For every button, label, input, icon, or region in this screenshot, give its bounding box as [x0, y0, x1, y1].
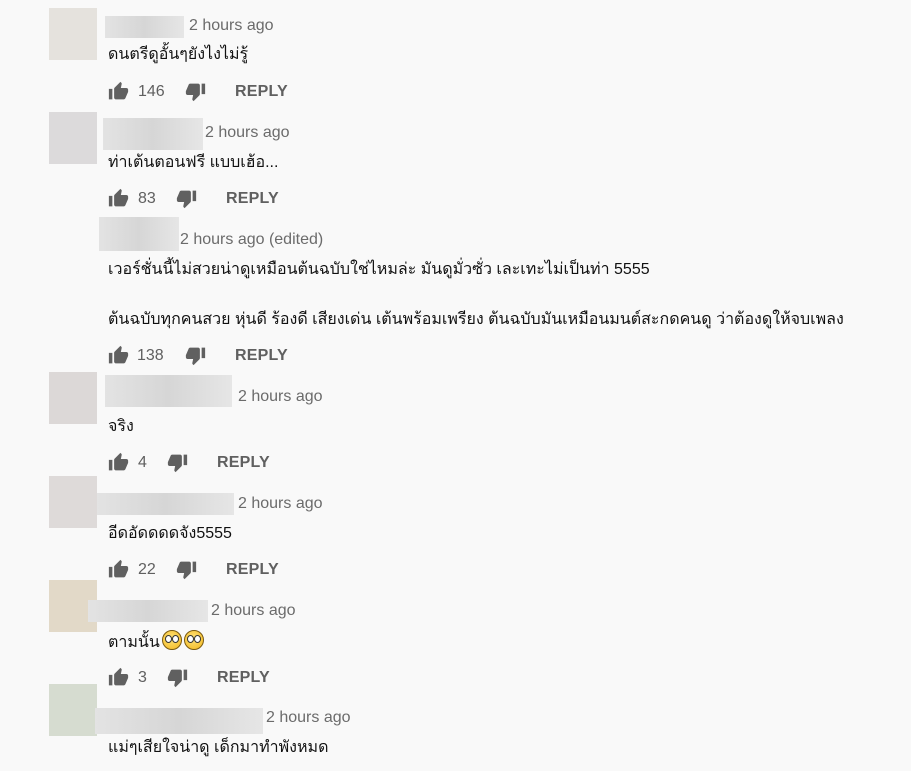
- comment-text-line-2: ต้นฉบับทุกคนสวย หุ่นดี ร้องดี เสียงเด่น …: [108, 311, 844, 328]
- avatar[interactable]: [49, 112, 97, 164]
- thumbs-up-icon[interactable]: [108, 344, 130, 368]
- like-count: 146: [138, 83, 165, 100]
- comment-timestamp[interactable]: 2 hours ago: [238, 386, 323, 408]
- reply-button[interactable]: REPLY: [226, 187, 279, 211]
- avatar[interactable]: [49, 684, 97, 736]
- reply-button[interactable]: REPLY: [226, 558, 279, 582]
- comment-timestamp[interactable]: 2 hours ago: [189, 15, 274, 37]
- comment-text: ตามนั้น: [108, 630, 204, 654]
- reply-button[interactable]: REPLY: [217, 451, 270, 475]
- thumbs-down-icon[interactable]: [176, 187, 198, 211]
- thumbs-up-icon[interactable]: [108, 80, 130, 104]
- comment-text: จริง: [108, 418, 134, 435]
- thumbs-up-icon[interactable]: [108, 451, 130, 475]
- comment-text: ท่าเต้นตอนฟรี แบบเฮ้อ...: [108, 154, 279, 171]
- comment-text: อีดอัดดดดจัง5555: [108, 525, 232, 542]
- comment-timestamp[interactable]: 2 hours ago: [211, 600, 296, 622]
- comment-timestamp[interactable]: 2 hours ago: [238, 493, 323, 515]
- thumbs-up-icon[interactable]: [108, 558, 130, 582]
- comment-timestamp[interactable]: 2 hours ago: [266, 707, 351, 729]
- like-count: 22: [138, 561, 156, 578]
- face-with-rolling-eyes-icon: [161, 630, 182, 650]
- avatar[interactable]: [49, 476, 97, 528]
- author-name-blurred[interactable]: [105, 16, 184, 38]
- like-count: 83: [138, 190, 156, 207]
- reply-button[interactable]: REPLY: [235, 80, 288, 104]
- comment-text: แม่ๆเสียใจน่าดู เด็กมาทำพังหมด: [108, 739, 329, 756]
- thumbs-down-icon[interactable]: [167, 666, 189, 690]
- comment-text-content: ตามนั้น: [108, 634, 160, 651]
- face-with-rolling-eyes-icon: [183, 630, 204, 650]
- author-name-blurred[interactable]: [97, 493, 234, 515]
- thumbs-down-icon[interactable]: [167, 451, 189, 475]
- reply-button[interactable]: REPLY: [217, 666, 270, 690]
- thumbs-down-icon[interactable]: [176, 558, 198, 582]
- comment-text: ดนตรีดูอั้นๆยังไงไม่รู้: [108, 46, 249, 63]
- comment-text-line-1: เวอร์ชั่นนี้ไม่สวยน่าดูเหมือนต้นฉบับใช่ไ…: [108, 261, 650, 278]
- author-name-blurred[interactable]: [105, 375, 232, 407]
- author-name-blurred[interactable]: [99, 217, 179, 251]
- like-count: 4: [138, 454, 147, 471]
- comment-timestamp[interactable]: 2 hours ago (edited): [180, 229, 323, 251]
- thumbs-down-icon[interactable]: [185, 80, 207, 104]
- like-count: 138: [137, 347, 164, 364]
- like-count: 3: [138, 669, 147, 686]
- comment-timestamp[interactable]: 2 hours ago: [205, 122, 290, 144]
- thumbs-down-icon[interactable]: [185, 344, 207, 368]
- avatar[interactable]: [49, 372, 97, 424]
- thumbs-up-icon[interactable]: [108, 666, 130, 690]
- author-name-blurred[interactable]: [95, 708, 263, 734]
- avatar[interactable]: [49, 8, 97, 60]
- thumbs-up-icon[interactable]: [108, 187, 130, 211]
- author-name-blurred[interactable]: [103, 118, 203, 150]
- reply-button[interactable]: REPLY: [235, 344, 288, 368]
- author-name-blurred[interactable]: [88, 600, 208, 622]
